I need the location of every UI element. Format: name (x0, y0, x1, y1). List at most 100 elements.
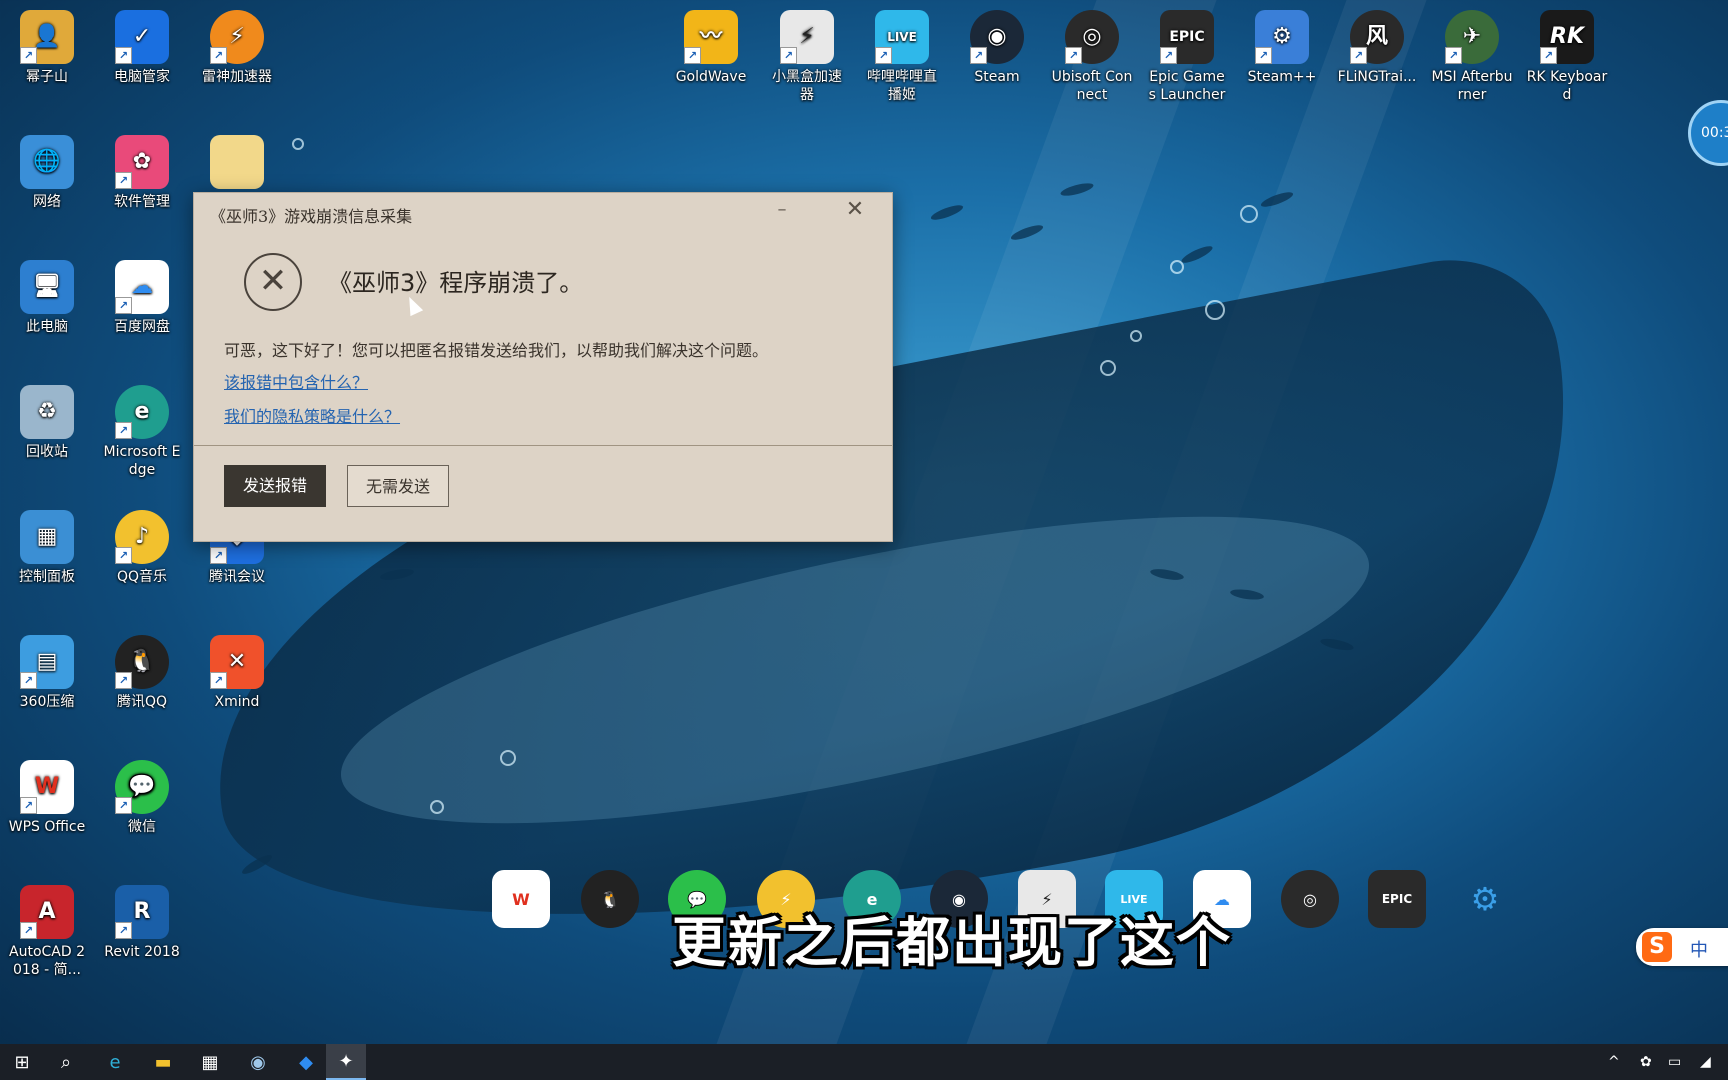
desktop-icon-heybox[interactable]: ⚡ ↗ 小黑盒加速器 (764, 6, 850, 104)
dock-qq-icon[interactable]: 🐧 (581, 870, 639, 928)
desktop-icon-software-manager[interactable]: ✿ ↗ 软件管理 (99, 131, 185, 211)
dock-ubisoft-icon[interactable]: ◎ (1281, 870, 1339, 928)
dock-epic-icon[interactable]: EPIC (1368, 870, 1426, 928)
dock-steampp-icon[interactable]: ⚙ (1456, 870, 1514, 928)
dock-wps-icon[interactable]: W (492, 870, 550, 928)
desktop-icon-label: WPS Office (8, 819, 86, 835)
desktop-icon-label: 360压缩 (19, 694, 75, 710)
desktop-icon-baidu-cloud[interactable]: ☁ ↗ 百度网盘 (99, 256, 185, 336)
app-icon[interactable]: ◆ (286, 1044, 326, 1080)
close-button[interactable]: ✕ (842, 199, 868, 223)
edge-icon[interactable]: e (95, 1044, 135, 1080)
steampp-icon: ⚙ ↗ (1255, 10, 1309, 64)
ubisoft-icon: ◎ ↗ (1065, 10, 1119, 64)
rk-keyboard-icon: RK ↗ (1540, 10, 1594, 64)
ime-mode-label[interactable]: 中 (1690, 936, 1708, 962)
fish (1179, 243, 1215, 266)
desktop-icon-steampp[interactable]: ⚙ ↗ Steam++ (1239, 6, 1325, 86)
desktop-icon-label: 软件管理 (114, 194, 170, 210)
desktop-icon-label: 网络 (33, 194, 61, 210)
store-icon[interactable]: ▦ (190, 1044, 230, 1080)
desktop-icon-qq[interactable]: 🐧 ↗ 腾讯QQ (99, 631, 185, 711)
desktop-icon-label: MSI Afterburner (1431, 69, 1513, 103)
desktop-icon-rk-keyboard[interactable]: RK ↗ RK Keyboard (1524, 6, 1610, 104)
desktop-icon-user-folder[interactable]: 👤 ↗ 幂子山 (4, 6, 90, 86)
desktop-icon-label: Ubisoft Connect (1051, 69, 1133, 103)
dont-send-button[interactable]: 无需发送 (347, 465, 449, 507)
desktop-icon-label: AutoCAD 2018 - 简... (9, 944, 85, 978)
desktop-icon-files[interactable] (194, 131, 280, 193)
folder-icon (210, 135, 264, 189)
desktop-icon-fling[interactable]: 风 ↗ FLiNGTrai... (1334, 6, 1420, 86)
desktop-icon-goldwave[interactable]: 〰 ↗ GoldWave (668, 6, 754, 86)
desktop-icon-edge[interactable]: e ↗ Microsoft Edge (99, 381, 185, 479)
msi-afterburner-icon: ✈ ↗ (1445, 10, 1499, 64)
desktop-icon-label: GoldWave (675, 69, 747, 85)
fish (929, 202, 965, 223)
desktop-icon-recycle-bin[interactable]: ♻ 回收站 (4, 381, 90, 461)
bilibili-live-icon: LIVE ↗ (875, 10, 929, 64)
desktop-icon-control-panel[interactable]: ▦ 控制面板 (4, 506, 90, 586)
desktop-icon-ubisoft[interactable]: ◎ ↗ Ubisoft Connect (1049, 6, 1135, 104)
sogou-ime-bar[interactable]: S 中 (1636, 928, 1728, 966)
tray-network-icon[interactable]: ◢ (1700, 1044, 1711, 1080)
bubble (1130, 330, 1142, 342)
desktop-icon-label: Epic Games Launcher (1148, 69, 1226, 103)
file-explorer-icon[interactable]: ▬ (143, 1044, 183, 1080)
bubble (1205, 300, 1225, 320)
archive-icon: ▤ ↗ (20, 635, 74, 689)
video-subtitle: 更新之后都出现了这个 (672, 911, 1232, 974)
desktop-icon-label: 微信 (128, 819, 156, 835)
start-icon[interactable]: ⊞ (2, 1044, 42, 1080)
desktop-icon-autocad[interactable]: A ↗ AutoCAD 2018 - 简... (4, 881, 90, 979)
minimize-button[interactable]: – (770, 199, 794, 220)
desktop-icon-label: 百度网盘 (114, 319, 170, 335)
goldwave-icon: 〰 ↗ (684, 10, 738, 64)
desktop-icon-qq-music[interactable]: ♪ ↗ QQ音乐 (99, 506, 185, 586)
dialog-title: 《巫师3》游戏崩溃信息采集 (210, 207, 413, 226)
revit-icon: R ↗ (115, 885, 169, 939)
desktop-icon-label: QQ音乐 (116, 569, 168, 585)
desktop-icon-bilibili-live[interactable]: LIVE ↗ 哔哩哔哩直播姬 (859, 6, 945, 104)
desktop-icon-wps[interactable]: W ↗ WPS Office (4, 756, 90, 836)
shield-icon: ✓ ↗ (115, 10, 169, 64)
search-icon[interactable]: ⌕ (46, 1044, 86, 1080)
tray-app-icon[interactable]: ✿ (1640, 1044, 1652, 1080)
desktop-icon-label: 电脑管家 (114, 69, 170, 85)
witcher-icon[interactable]: ✦ (326, 1044, 366, 1080)
baidu-cloud-icon: ☁ ↗ (115, 260, 169, 314)
steam-icon[interactable]: ◉ (238, 1044, 278, 1080)
desktop-icon-revit[interactable]: R ↗ Revit 2018 (99, 881, 185, 961)
desktop-icon-thunder[interactable]: ⚡ ↗ 雷神加速器 (194, 6, 280, 86)
desktop-icon-label: Revit 2018 (104, 944, 180, 960)
bubble (1170, 260, 1184, 274)
privacy-policy-link[interactable]: 我们的隐私策略是什么？ (224, 403, 400, 427)
report-contents-link[interactable]: 该报错中包含什么？ (224, 369, 368, 393)
bubble (292, 138, 304, 150)
desktop-icon-steam[interactable]: ◉ ↗ Steam (954, 6, 1040, 86)
tray-keyboard-icon[interactable]: ▭ (1668, 1044, 1681, 1080)
desktop-icon-label: 腾讯会议 (209, 569, 265, 585)
bubble (1100, 360, 1116, 376)
desktop-icon-pc-manager[interactable]: ✓ ↗ 电脑管家 (99, 6, 185, 86)
desktop-icon-epic[interactable]: EPIC ↗ Epic Games Launcher (1144, 6, 1230, 104)
desktop-icon-msi-afterburner[interactable]: ✈ ↗ MSI Afterburner (1429, 6, 1515, 104)
network-icon: 🌐 (20, 135, 74, 189)
desktop-icon-360-zip[interactable]: ▤ ↗ 360压缩 (4, 631, 90, 711)
desktop-icon-label: 小黑盒加速器 (772, 69, 842, 103)
desktop-icon-label: 哔哩哔哩直播姬 (867, 69, 937, 103)
desktop-icon-network[interactable]: 🌐 网络 (4, 131, 90, 211)
desktop-icon-wechat[interactable]: 💬 ↗ 微信 (99, 756, 185, 836)
tray-overflow-icon[interactable]: ^ (1608, 1044, 1620, 1080)
crash-message: 可恶，这下好了！您可以把匿名报错发送给我们，以帮助我们解决这个问题。 (224, 341, 769, 360)
desktop-icon-label: 腾讯QQ (116, 694, 168, 710)
heybox-icon: ⚡ ↗ (780, 10, 834, 64)
send-report-button[interactable]: 发送报错 (224, 465, 326, 507)
recording-timer[interactable]: 00:3 (1688, 100, 1728, 166)
qq-penguin-icon: 🐧 ↗ (115, 635, 169, 689)
desktop-icon-this-pc[interactable]: 🖥 此电脑 (4, 256, 90, 336)
desktop-icon-label: Xmind (214, 694, 260, 710)
dialog-divider (194, 445, 892, 446)
user-folder-icon: 👤 ↗ (20, 10, 74, 64)
desktop-icon-xmind[interactable]: ✕ ↗ Xmind (194, 631, 280, 711)
